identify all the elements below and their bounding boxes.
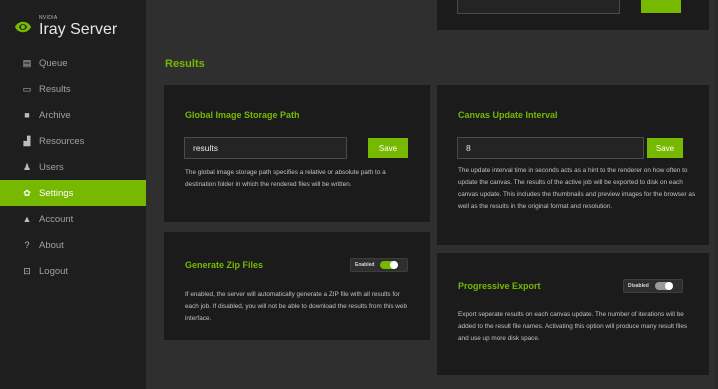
sidebar-item-archive[interactable]: ■ Archive	[0, 102, 146, 128]
card-canvas-interval: Canvas Update Interval Save The update i…	[437, 85, 709, 245]
sidebar-item-label: Users	[39, 161, 64, 173]
toggle-switch	[380, 261, 399, 269]
card-title: Progressive Export	[458, 281, 541, 291]
app-logo[interactable]: NVIDIA Iray Server	[13, 16, 117, 38]
sidebar-item-queue[interactable]: ▤ Queue	[0, 50, 146, 76]
save-button[interactable]: Save	[647, 138, 683, 158]
queue-icon: ▤	[22, 57, 32, 68]
card-description: The update interval time in seconds acts…	[458, 167, 696, 210]
sidebar-item-label: Results	[39, 83, 71, 95]
app-title: Iray Server	[39, 21, 118, 38]
account-icon: ▲	[22, 214, 32, 224]
sidebar-item-results[interactable]: ▭ Results	[0, 76, 146, 102]
sidebar-item-account[interactable]: ▲ Account	[0, 206, 146, 232]
results-icon: ▭	[22, 83, 32, 94]
card-title: Global Image Storage Path	[185, 110, 300, 120]
section-title: Results	[165, 58, 205, 70]
card-top-partial	[437, 0, 709, 30]
save-button[interactable]: Save	[368, 138, 408, 158]
sidebar-item-users[interactable]: ♟ Users	[0, 154, 146, 180]
toggle-label: Disabled	[628, 283, 649, 289]
sidebar-item-label: About	[39, 239, 64, 251]
top-input-partial[interactable]	[457, 0, 620, 14]
logout-icon: ⊡	[23, 265, 31, 276]
card-title: Canvas Update Interval	[458, 110, 558, 120]
card-progressive-export: Progressive Export Disabled Export seper…	[437, 253, 709, 375]
nvidia-logo-icon	[13, 17, 33, 37]
archive-icon: ■	[24, 110, 30, 120]
card-description: The global image storage path specifies …	[185, 169, 386, 188]
toggle-switch	[654, 282, 673, 290]
sidebar-item-label: Logout	[39, 265, 69, 277]
sidebar-item-label: Settings	[39, 187, 74, 199]
resources-icon: ▟	[23, 135, 31, 146]
sidebar-item-label: Resources	[39, 135, 85, 147]
card-description: Export seperate results on each canvas u…	[458, 311, 688, 342]
storage-path-input[interactable]	[184, 137, 347, 159]
card-description: If enabled, the server will automaticall…	[185, 291, 408, 322]
gear-icon: ✿	[23, 187, 31, 198]
progressive-export-toggle[interactable]: Disabled	[623, 279, 683, 293]
sidebar-item-label: Queue	[39, 57, 68, 69]
sidebar-item-label: Account	[39, 213, 74, 225]
main-content: Results Global Image Storage Path Save T…	[146, 0, 718, 389]
card-title: Generate Zip Files	[185, 260, 264, 270]
sidebar-item-logout[interactable]: ⊡ Logout	[0, 258, 146, 284]
question-icon: ?	[24, 240, 30, 250]
card-global-storage: Global Image Storage Path Save The globa…	[164, 85, 430, 222]
zip-files-toggle[interactable]: Enabled	[350, 258, 408, 272]
sidebar-nav: ▤ Queue ▭ Results ■ Archive ▟ Resources ♟ Users ✿ S…	[0, 50, 146, 284]
toggle-label: Enabled	[355, 262, 375, 268]
sidebar-item-settings[interactable]: ✿ Settings	[0, 180, 146, 206]
interval-input[interactable]	[457, 137, 644, 159]
users-icon: ♟	[22, 161, 32, 172]
sidebar-item-about[interactable]: ? About	[0, 232, 146, 258]
page-scrollbar[interactable]	[714, 0, 718, 389]
sidebar-item-resources[interactable]: ▟ Resources	[0, 128, 146, 154]
sidebar: NVIDIA Iray Server ▤ Queue ▭ Results ■ Archiv…	[0, 0, 146, 389]
top-save-button-partial[interactable]	[641, 0, 681, 13]
card-zip-files: Generate Zip Files Enabled If enabled, t…	[164, 232, 430, 340]
sidebar-item-label: Archive	[39, 109, 71, 121]
